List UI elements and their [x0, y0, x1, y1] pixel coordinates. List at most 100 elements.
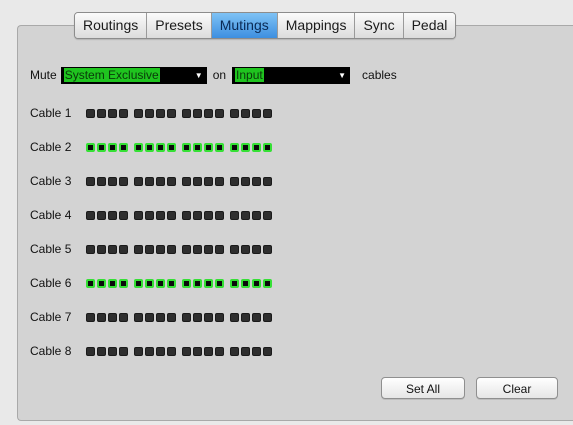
port-toggle[interactable]	[215, 108, 224, 118]
port-toggle[interactable]	[263, 244, 272, 254]
port-toggle[interactable]	[230, 346, 239, 356]
port-toggle[interactable]	[119, 278, 128, 288]
port-toggle[interactable]	[252, 108, 261, 118]
port-toggle[interactable]	[86, 244, 95, 254]
port-toggle[interactable]	[167, 142, 176, 152]
port-toggle[interactable]	[263, 176, 272, 186]
port-toggle[interactable]	[215, 142, 224, 152]
port-toggle[interactable]	[145, 108, 154, 118]
port-toggle[interactable]	[145, 176, 154, 186]
port-toggle[interactable]	[193, 210, 202, 220]
port-toggle[interactable]	[97, 176, 106, 186]
port-toggle[interactable]	[215, 346, 224, 356]
port-toggle[interactable]	[108, 210, 117, 220]
port-toggle[interactable]	[215, 176, 224, 186]
port-toggle[interactable]	[86, 176, 95, 186]
port-toggle[interactable]	[134, 176, 143, 186]
port-toggle[interactable]	[167, 176, 176, 186]
port-toggle[interactable]	[182, 244, 191, 254]
port-toggle[interactable]	[108, 142, 117, 152]
tab-mutings[interactable]: Mutings	[211, 13, 278, 38]
port-toggle[interactable]	[156, 312, 165, 322]
port-toggle[interactable]	[86, 142, 95, 152]
port-toggle[interactable]	[193, 278, 202, 288]
port-toggle[interactable]	[97, 142, 106, 152]
port-toggle[interactable]	[193, 176, 202, 186]
port-toggle[interactable]	[108, 176, 117, 186]
port-toggle[interactable]	[182, 346, 191, 356]
tab-presets[interactable]: Presets	[147, 13, 212, 38]
port-toggle[interactable]	[263, 142, 272, 152]
port-toggle[interactable]	[193, 312, 202, 322]
port-toggle[interactable]	[156, 210, 165, 220]
port-toggle[interactable]	[193, 142, 202, 152]
port-toggle[interactable]	[204, 142, 213, 152]
port-toggle[interactable]	[145, 346, 154, 356]
port-toggle[interactable]	[145, 210, 154, 220]
port-toggle[interactable]	[134, 108, 143, 118]
port-toggle[interactable]	[193, 108, 202, 118]
port-toggle[interactable]	[86, 346, 95, 356]
port-toggle[interactable]	[252, 176, 261, 186]
port-toggle[interactable]	[167, 346, 176, 356]
port-toggle[interactable]	[182, 176, 191, 186]
port-toggle[interactable]	[156, 176, 165, 186]
port-toggle[interactable]	[156, 346, 165, 356]
port-toggle[interactable]	[263, 108, 272, 118]
port-toggle[interactable]	[230, 312, 239, 322]
port-toggle[interactable]	[263, 312, 272, 322]
port-toggle[interactable]	[252, 278, 261, 288]
port-toggle[interactable]	[241, 278, 250, 288]
port-toggle[interactable]	[119, 108, 128, 118]
port-toggle[interactable]	[119, 210, 128, 220]
port-toggle[interactable]	[215, 312, 224, 322]
port-toggle[interactable]	[252, 346, 261, 356]
port-toggle[interactable]	[241, 346, 250, 356]
port-toggle[interactable]	[108, 346, 117, 356]
port-toggle[interactable]	[182, 210, 191, 220]
port-toggle[interactable]	[108, 278, 117, 288]
port-toggle[interactable]	[145, 278, 154, 288]
port-toggle[interactable]	[86, 210, 95, 220]
port-toggle[interactable]	[167, 244, 176, 254]
port-toggle[interactable]	[156, 142, 165, 152]
port-toggle[interactable]	[145, 312, 154, 322]
port-toggle[interactable]	[156, 244, 165, 254]
port-toggle[interactable]	[230, 210, 239, 220]
port-toggle[interactable]	[215, 210, 224, 220]
port-toggle[interactable]	[241, 176, 250, 186]
port-toggle[interactable]	[108, 244, 117, 254]
port-toggle[interactable]	[204, 244, 213, 254]
port-toggle[interactable]	[86, 108, 95, 118]
port-toggle[interactable]	[134, 142, 143, 152]
port-toggle[interactable]	[134, 278, 143, 288]
port-toggle[interactable]	[241, 142, 250, 152]
direction-select[interactable]: Input ▼	[232, 66, 351, 84]
port-toggle[interactable]	[97, 108, 106, 118]
port-toggle[interactable]	[119, 312, 128, 322]
port-toggle[interactable]	[145, 244, 154, 254]
port-toggle[interactable]	[167, 108, 176, 118]
port-toggle[interactable]	[204, 108, 213, 118]
port-toggle[interactable]	[86, 312, 95, 322]
port-toggle[interactable]	[204, 176, 213, 186]
port-toggle[interactable]	[215, 278, 224, 288]
port-toggle[interactable]	[204, 346, 213, 356]
port-toggle[interactable]	[97, 312, 106, 322]
port-toggle[interactable]	[263, 346, 272, 356]
port-toggle[interactable]	[230, 142, 239, 152]
port-toggle[interactable]	[252, 210, 261, 220]
port-toggle[interactable]	[156, 108, 165, 118]
port-toggle[interactable]	[204, 278, 213, 288]
port-toggle[interactable]	[145, 142, 154, 152]
port-toggle[interactable]	[119, 176, 128, 186]
port-toggle[interactable]	[263, 210, 272, 220]
message-type-select[interactable]: System Exclusive ▼	[60, 66, 207, 84]
port-toggle[interactable]	[182, 108, 191, 118]
port-toggle[interactable]	[97, 346, 106, 356]
port-toggle[interactable]	[193, 346, 202, 356]
set-all-button[interactable]: Set All	[381, 377, 465, 399]
port-toggle[interactable]	[108, 312, 117, 322]
port-toggle[interactable]	[252, 244, 261, 254]
port-toggle[interactable]	[134, 244, 143, 254]
